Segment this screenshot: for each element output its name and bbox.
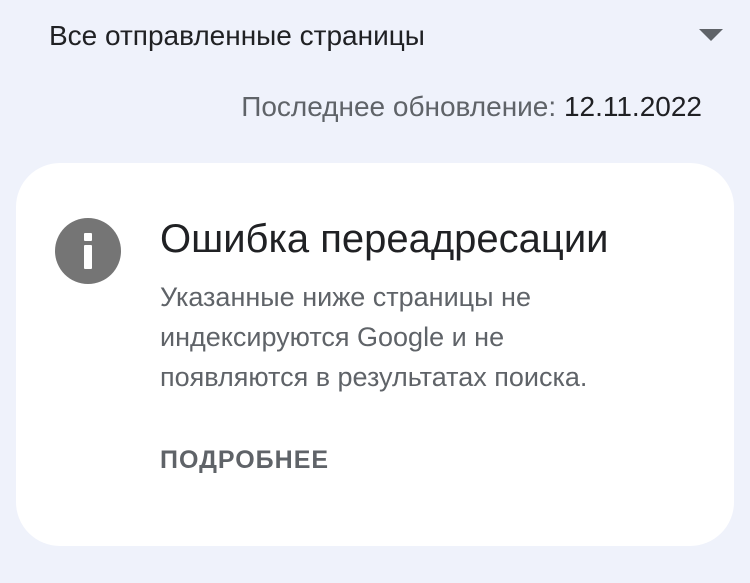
- last-update-info: Последнее обновление: 12.11.2022: [241, 88, 702, 126]
- info-icon: [55, 218, 121, 284]
- pages-filter-label: Все отправленные страницы: [49, 20, 425, 51]
- learn-more-link[interactable]: ПОДРОБНЕЕ: [160, 444, 329, 476]
- pages-filter-dropdown[interactable]: Все отправленные страницы: [0, 0, 750, 76]
- card-description-line: индексируются Google и не: [160, 322, 505, 352]
- last-update-date: 12.11.2022: [563, 91, 702, 122]
- card-description-line: Указанные ниже страницы не: [160, 282, 531, 312]
- card-description-line: появляются в результатах поиска.: [160, 362, 588, 392]
- card-title: Ошибка переадресации: [160, 217, 609, 261]
- redirect-error-card: Ошибка переадресации Указанные ниже стра…: [16, 163, 734, 546]
- card-description: Указанные ниже страницы не индексируются…: [160, 277, 680, 397]
- last-update-label: Последнее обновление:: [241, 91, 557, 122]
- dropdown-arrow-icon: [699, 29, 723, 41]
